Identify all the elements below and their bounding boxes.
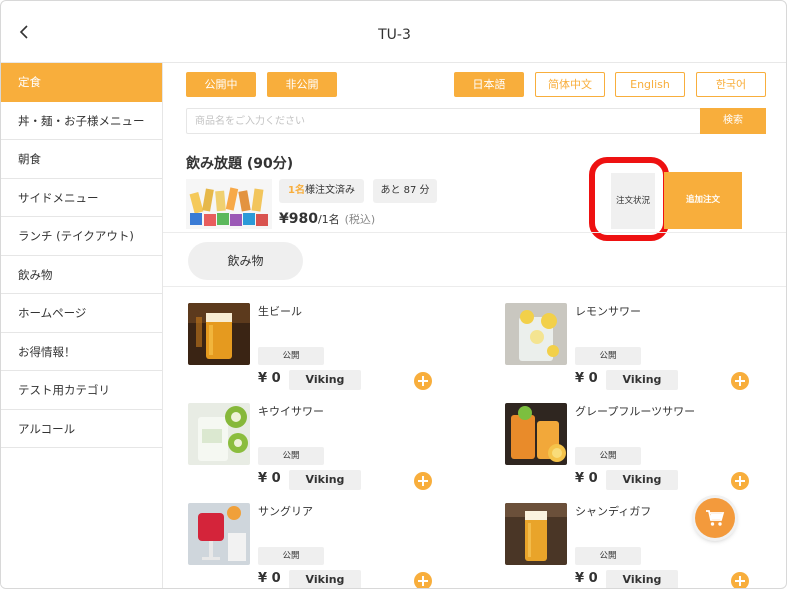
public-filter-button[interactable]: 公開中 xyxy=(186,72,256,97)
product-name: グレープフルーツサワー xyxy=(575,405,696,418)
sidebar-item-deals[interactable]: お得情報！ xyxy=(1,333,162,371)
sangria-icon xyxy=(188,503,250,565)
beer-glass-icon xyxy=(188,303,250,365)
main-content: 公開中 非公開 日本語 简体中文 English 한국어 検索 飲み放題 (90… xyxy=(163,63,786,588)
search-box xyxy=(186,108,701,134)
viking-tag: Viking xyxy=(606,470,678,490)
language-chinese-button[interactable]: 简体中文 xyxy=(535,72,605,97)
product-image xyxy=(505,303,567,365)
cheers-drinks-icon xyxy=(186,179,272,229)
private-filter-button[interactable]: 非公開 xyxy=(267,72,337,97)
order-status-button[interactable]: 注文状況 xyxy=(611,173,655,229)
product-price: ¥ 0 xyxy=(575,571,598,586)
product-price: ¥ 0 xyxy=(575,371,598,386)
viking-tag: Viking xyxy=(606,570,678,588)
product-card[interactable]: 生ビール 公開 ¥ 0 Viking xyxy=(188,303,438,395)
divider xyxy=(163,286,786,287)
top-bar: TU-3 xyxy=(1,1,786,63)
product-price: ¥ 0 xyxy=(258,471,281,486)
product-card[interactable]: キウイサワー 公開 ¥ 0 Viking xyxy=(188,403,438,495)
category-sidebar: 定食 丼・麺・お子様メニュー 朝食 サイドメニュー ランチ (テイクアウト) 飲… xyxy=(1,63,163,588)
plan-image xyxy=(186,179,272,229)
add-to-cart-button[interactable] xyxy=(731,372,749,390)
status-badge: 公開 xyxy=(575,547,641,565)
divider xyxy=(163,232,786,233)
sidebar-item-lunch-takeout[interactable]: ランチ (テイクアウト) xyxy=(1,217,162,256)
product-name: シャンディガフ xyxy=(575,505,652,518)
add-to-cart-button[interactable] xyxy=(731,572,749,588)
viking-tag: Viking xyxy=(606,370,678,390)
cart-icon xyxy=(706,510,725,526)
sidebar-item-side-menu[interactable]: サイドメニュー xyxy=(1,179,162,217)
sidebar-item-homepage[interactable]: ホームページ xyxy=(1,294,162,333)
product-price: ¥ 0 xyxy=(258,571,281,586)
plan-price-unit: /1名 xyxy=(317,213,340,226)
status-badge: 公開 xyxy=(258,347,324,365)
sidebar-item-test-category[interactable]: テスト用カテゴリ xyxy=(1,371,162,410)
viking-tag: Viking xyxy=(289,570,361,588)
search-input[interactable] xyxy=(187,109,700,134)
plan-price-line: ¥980/1名 (税込) xyxy=(279,211,375,227)
add-to-cart-button[interactable] xyxy=(414,472,432,490)
plan-title: 飲み放題 (90分) xyxy=(186,156,294,172)
page-title: TU-3 xyxy=(378,27,411,43)
add-to-cart-button[interactable] xyxy=(731,472,749,490)
sidebar-item-breakfast[interactable]: 朝食 xyxy=(1,140,162,179)
status-badge: 公開 xyxy=(258,547,324,565)
product-card[interactable]: レモンサワー 公開 ¥ 0 Viking xyxy=(505,303,755,395)
product-card[interactable]: サングリア 公開 ¥ 0 Viking xyxy=(188,503,438,588)
language-english-button[interactable]: English xyxy=(615,72,685,97)
product-price: ¥ 0 xyxy=(575,471,598,486)
product-price: ¥ 0 xyxy=(258,371,281,386)
ordered-suffix: 様注文済み xyxy=(304,185,355,196)
status-badge: 公開 xyxy=(575,347,641,365)
viking-tag: Viking xyxy=(289,470,361,490)
cart-button[interactable] xyxy=(695,498,735,538)
viking-tag: Viking xyxy=(289,370,361,390)
status-badge: 公開 xyxy=(575,447,641,465)
product-name: キウイサワー xyxy=(258,405,324,418)
additional-order-button[interactable]: 追加注文 xyxy=(664,172,742,229)
add-to-cart-button[interactable] xyxy=(414,572,432,588)
remaining-time-badge: あと 87 分 xyxy=(373,179,437,203)
product-image xyxy=(505,503,567,565)
product-image xyxy=(505,403,567,465)
ordered-count-badge: 1名様注文済み xyxy=(279,179,364,203)
shandygaff-icon xyxy=(505,503,567,565)
sidebar-item-teishoku[interactable]: 定食 xyxy=(1,63,162,102)
app-window: TU-3 定食 丼・麺・お子様メニュー 朝食 サイドメニュー ランチ (テイクア… xyxy=(0,0,787,589)
plan-tax-note: (税込) xyxy=(344,213,376,226)
search-button[interactable]: 検索 xyxy=(700,108,766,134)
grapefruit-sour-icon xyxy=(505,403,567,465)
sidebar-item-alcohol[interactable]: アルコール xyxy=(1,410,162,448)
add-to-cart-button[interactable] xyxy=(414,372,432,390)
status-badge: 公開 xyxy=(258,447,324,465)
product-card[interactable]: グレープフルーツサワー 公開 ¥ 0 Viking xyxy=(505,403,755,495)
product-name: レモンサワー xyxy=(575,305,641,318)
product-name: 生ビール xyxy=(258,305,302,318)
product-image xyxy=(188,403,250,465)
sidebar-item-donburi-men[interactable]: 丼・麺・お子様メニュー xyxy=(1,102,162,140)
product-image xyxy=(188,303,250,365)
product-image xyxy=(188,503,250,565)
lemon-sour-icon xyxy=(505,303,567,365)
drink-category-pill[interactable]: 飲み物 xyxy=(188,242,303,280)
language-japanese-button[interactable]: 日本語 xyxy=(454,72,524,97)
kiwi-sour-icon xyxy=(188,403,250,465)
sidebar-item-drinks[interactable]: 飲み物 xyxy=(1,256,162,294)
language-korean-button[interactable]: 한국어 xyxy=(696,72,766,97)
plan-price: ¥980 xyxy=(279,211,318,227)
product-name: サングリア xyxy=(258,505,313,518)
ordered-count: 1名 xyxy=(288,185,305,196)
